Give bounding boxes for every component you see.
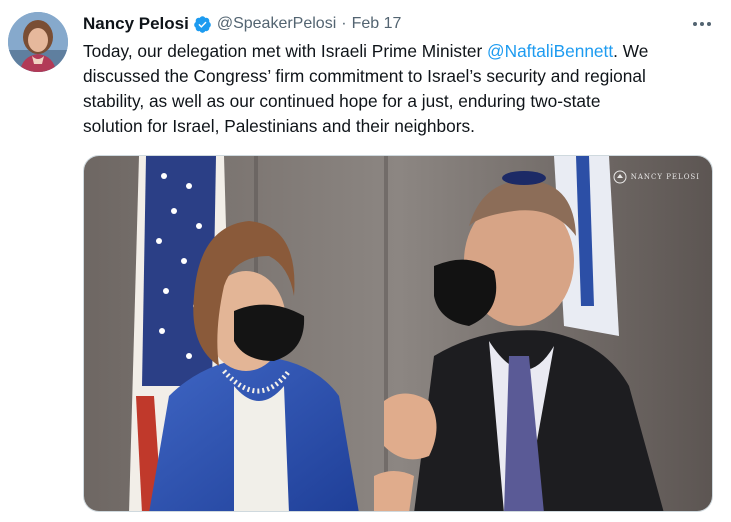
tweet-photo[interactable]: NANCY PELOSI [83,155,713,512]
tweet: Nancy Pelosi @SpeakerPelosi · Feb 17 Tod… [0,0,731,522]
photo-watermark: NANCY PELOSI [613,170,700,184]
photo-image [84,156,712,511]
tweet-text: Today, our delegation met with Israeli P… [83,39,713,139]
seal-icon [613,170,627,184]
tweet-text-line-3: stability, as well as our continued hope… [83,91,601,111]
watermark-text: NANCY PELOSI [630,173,700,181]
author-name[interactable]: Nancy Pelosi [83,14,189,34]
separator-dot: · [341,15,347,32]
avatar[interactable] [8,12,68,72]
tweet-header: Nancy Pelosi @SpeakerPelosi · Feb 17 [83,13,401,35]
avatar-image [8,12,68,72]
tweet-date[interactable]: Feb 17 [352,15,402,33]
tweet-text-line-1: Today, our delegation met with Israeli P… [83,39,713,64]
tweet-text-part: . We [613,41,649,61]
verified-badge-icon [193,15,212,34]
tweet-text-line-2: discussed the Congress’ firm commitment … [83,66,646,86]
mention-link[interactable]: @NaftaliBennett [487,41,613,61]
author-handle[interactable]: @SpeakerPelosi [217,15,336,33]
more-options-icon[interactable] [690,14,714,34]
tweet-text-part: Today, our delegation met with Israeli P… [83,41,488,61]
tweet-text-line-4: solution for Israel, Palestinians and th… [83,116,475,136]
